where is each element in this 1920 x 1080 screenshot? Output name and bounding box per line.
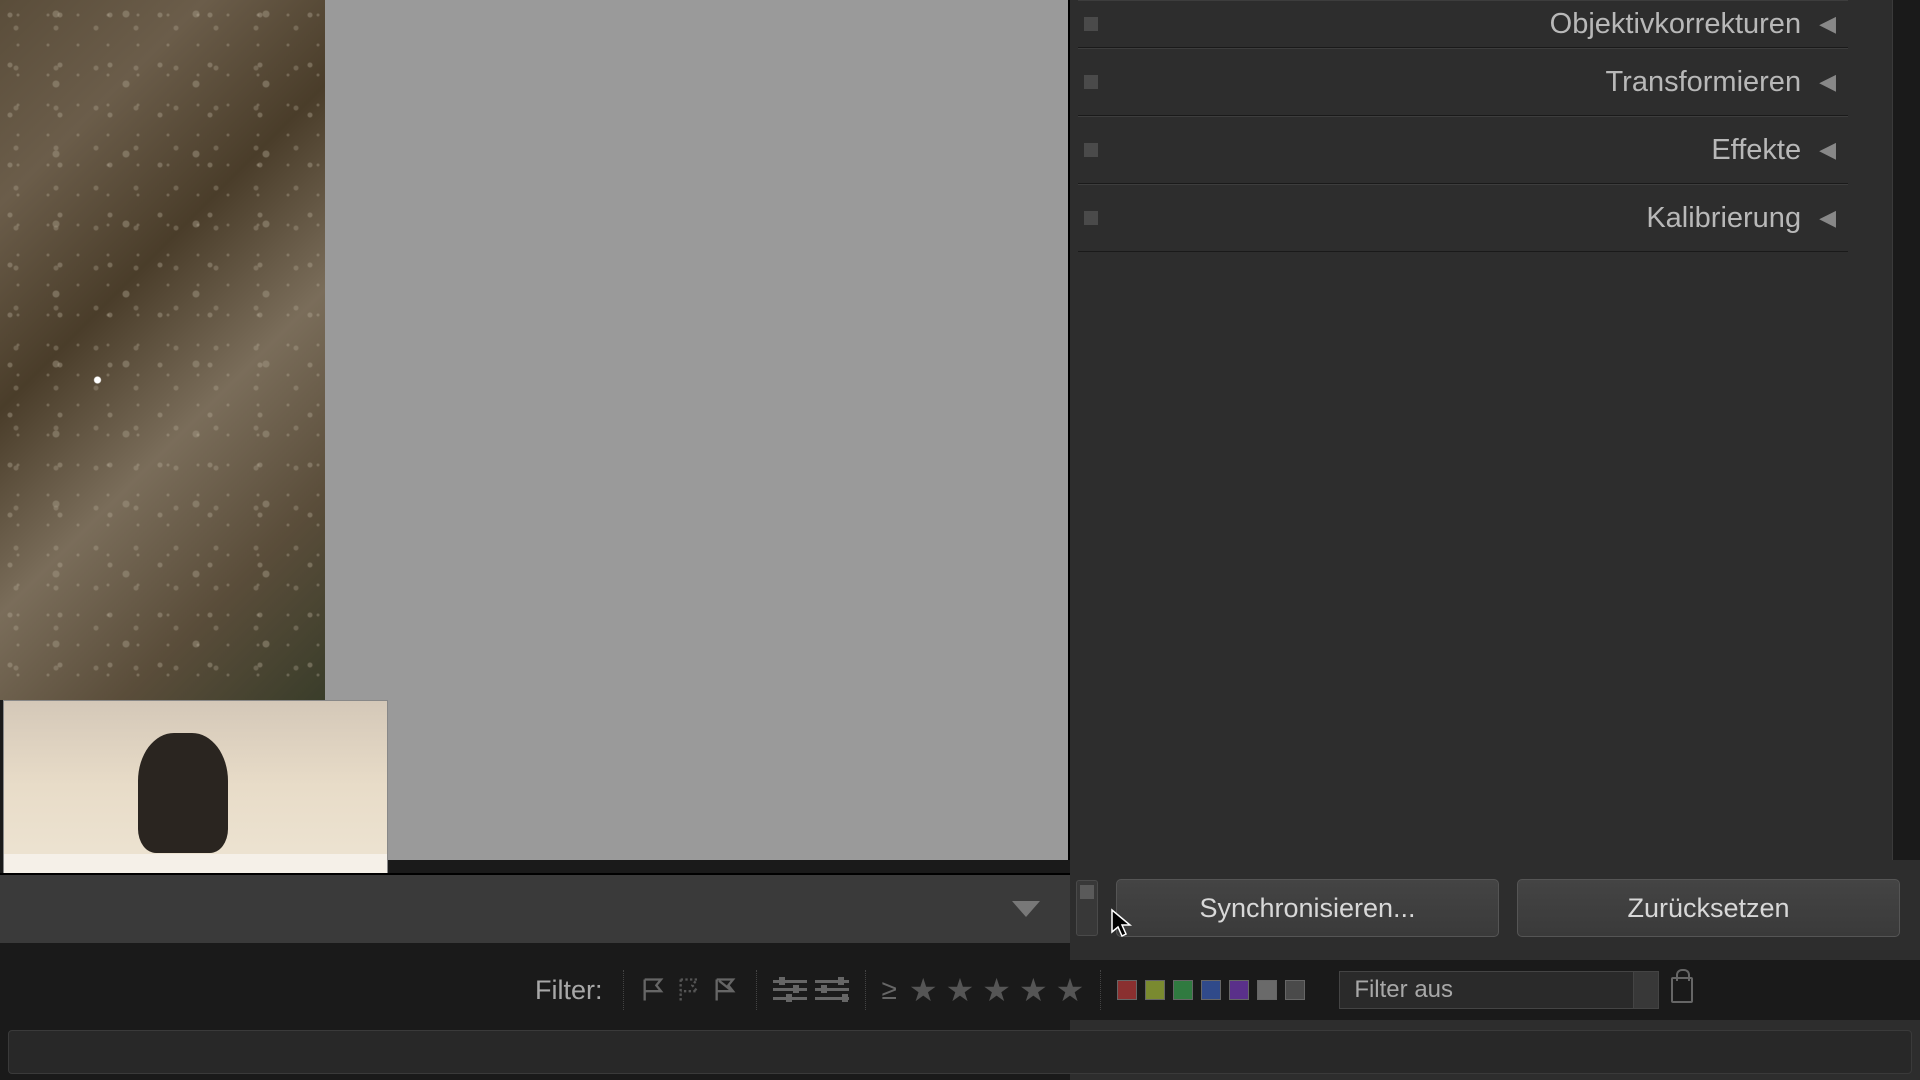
filter-bar: Filter: ≥ ★ ★ ★ ★ ★ Filter aus [0, 960, 1920, 1020]
color-label-0[interactable] [1117, 980, 1137, 1000]
action-row: Synchronisieren... Zurücksetzen [0, 868, 1920, 948]
flag-filter-group [623, 970, 756, 1010]
panel-toggle-switch[interactable] [1084, 143, 1098, 157]
star-4[interactable]: ★ [1019, 971, 1048, 1009]
sliders-icon[interactable] [773, 977, 807, 1003]
flag-unflagged-icon[interactable] [676, 976, 704, 1004]
color-label-5[interactable] [1257, 980, 1277, 1000]
panel-sections: Objektivkorrekturen ◀ Transformieren ◀ E… [1078, 0, 1848, 252]
collapse-arrow-icon: ◀ [1819, 11, 1848, 37]
panel-toggle-switch[interactable] [1084, 17, 1098, 31]
filter-label: Filter: [535, 975, 603, 1006]
sliders-off-icon[interactable] [815, 977, 849, 1003]
flag-rejected-icon[interactable] [712, 976, 740, 1004]
star-3[interactable]: ★ [982, 971, 1011, 1009]
expand-toolbar-icon[interactable] [1012, 901, 1040, 917]
rating-filter-group: ≥ ★ ★ ★ ★ ★ [865, 970, 1101, 1010]
panel-title: Effekte [1118, 134, 1819, 167]
panel-effects[interactable]: Effekte ◀ [1078, 116, 1848, 184]
action-buttons: Synchronisieren... Zurücksetzen [1070, 879, 1920, 937]
filter-dropdown-label: Filter aus [1354, 976, 1453, 1004]
reset-button[interactable]: Zurücksetzen [1517, 879, 1900, 937]
toolbar-bottom [0, 873, 1070, 943]
star-2[interactable]: ★ [946, 971, 975, 1009]
color-label-group [1100, 970, 1321, 1010]
panel-toggle-switch[interactable] [1084, 75, 1098, 89]
panel-calibration[interactable]: Kalibrierung ◀ [1078, 184, 1848, 252]
collapse-arrow-icon: ◀ [1819, 205, 1848, 231]
flag-picked-icon[interactable] [640, 976, 668, 1004]
panel-title: Transformieren [1118, 66, 1819, 99]
panel-title: Kalibrierung [1118, 202, 1819, 235]
collapse-arrow-icon: ◀ [1819, 137, 1848, 163]
adjust-filter-group [756, 970, 865, 1010]
filmstrip[interactable] [8, 1030, 1912, 1074]
auto-sync-toggle[interactable] [1076, 880, 1098, 936]
image-preview[interactable] [0, 0, 325, 700]
filter-lock-icon[interactable] [1671, 977, 1693, 1003]
panel-transform[interactable]: Transformieren ◀ [1078, 48, 1848, 116]
panel-lens-corrections[interactable]: Objektivkorrekturen ◀ [1078, 0, 1848, 48]
color-label-1[interactable] [1145, 980, 1165, 1000]
right-panel-scrollbar[interactable] [1892, 0, 1920, 860]
sync-button[interactable]: Synchronisieren... [1116, 879, 1499, 937]
panel-toggle-switch[interactable] [1084, 211, 1098, 225]
color-label-2[interactable] [1173, 980, 1193, 1000]
color-label-6[interactable] [1285, 980, 1305, 1000]
collapse-arrow-icon: ◀ [1819, 69, 1848, 95]
star-5[interactable]: ★ [1056, 971, 1085, 1009]
filter-preset-dropdown[interactable]: Filter aus [1339, 971, 1659, 1009]
color-label-3[interactable] [1201, 980, 1221, 1000]
rating-comparator[interactable]: ≥ [882, 974, 897, 1006]
color-label-4[interactable] [1229, 980, 1249, 1000]
canvas-background [325, 0, 1070, 860]
star-1[interactable]: ★ [909, 971, 938, 1009]
panel-title: Objektivkorrekturen [1118, 8, 1819, 41]
